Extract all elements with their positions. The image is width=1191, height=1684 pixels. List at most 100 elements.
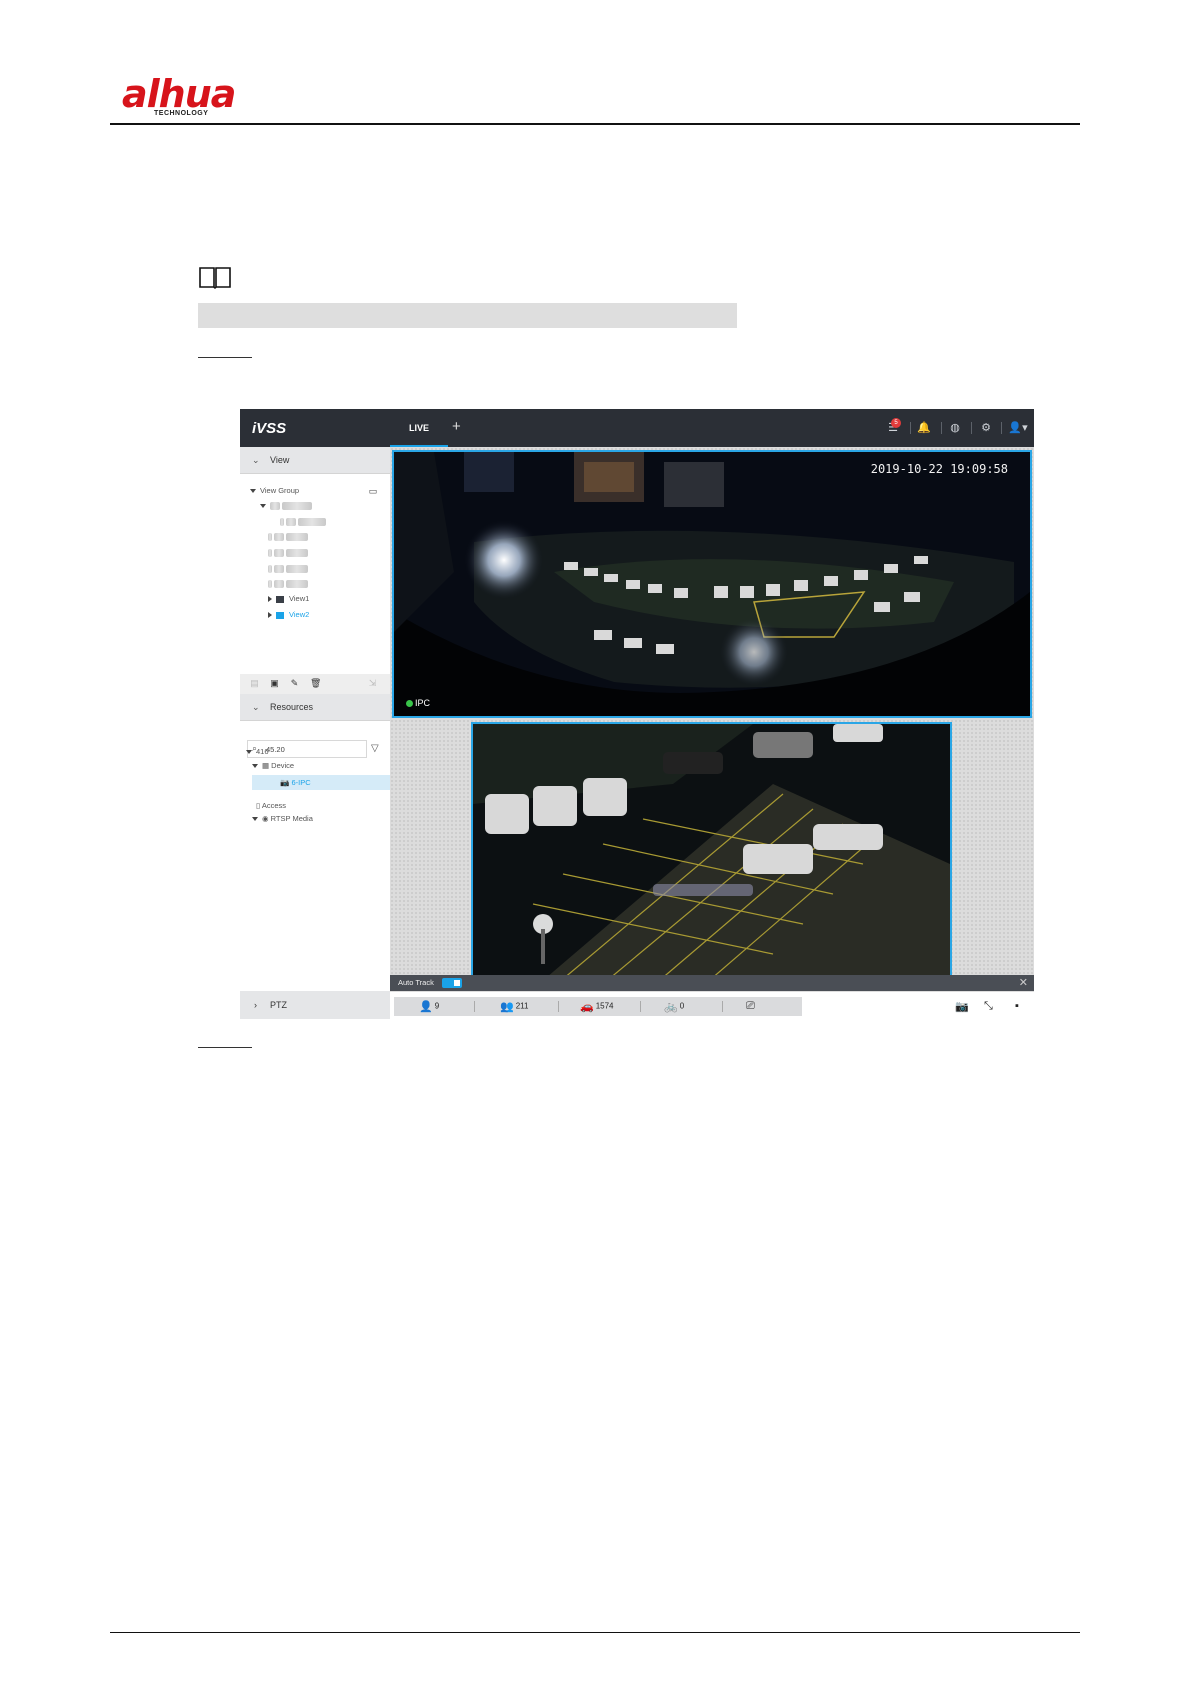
clear-icon: ⎚: [746, 1000, 755, 1012]
step-marker-2: [198, 1047, 252, 1048]
gear-icon[interactable]: ⚙: [979, 421, 993, 435]
delete-icon[interactable]: 🗑: [310, 679, 321, 688]
fisheye-video-window[interactable]: 2019-10-22 19:09:58 IPC: [392, 450, 1032, 718]
people-icon: 👥: [500, 1001, 514, 1013]
ptz-section-header[interactable]: › PTZ: [240, 991, 390, 1019]
toolbar-divider: [971, 422, 972, 434]
bicycle-count: 🚲 0: [664, 1001, 685, 1013]
close-icon[interactable]: ✕: [1019, 976, 1028, 989]
window-settings-icon[interactable]: ▪: [1015, 1000, 1019, 1012]
note-text-redacted: [198, 303, 737, 328]
car-icon: 🚗: [580, 1001, 594, 1013]
crowd-count: 👥 211: [500, 1001, 529, 1013]
expand-arrow-icon: [252, 817, 258, 822]
expand-arrow-icon: [268, 596, 272, 603]
person-icon: 👤: [419, 1001, 433, 1013]
step-marker-1: [198, 357, 252, 358]
recording-status-icon: [406, 700, 413, 708]
top-bar: iVSS LIVE + ☰ 5 🔔 ◍ ⚙ 👤▾: [240, 409, 1034, 447]
camera-icon: 📷: [280, 778, 292, 787]
rtsp-icon: ◉: [262, 814, 271, 823]
tree-view-group[interactable]: View Group: [250, 486, 299, 495]
fullscreen-icon[interactable]: ⤡: [984, 1000, 993, 1013]
access-label: Access: [261, 801, 286, 810]
person-count: 👤 9: [419, 1001, 440, 1013]
view-grid-icon: [276, 611, 284, 619]
snapshot-camera-icon[interactable]: 📷: [955, 1000, 969, 1013]
alarm-count-badge: 5: [891, 418, 901, 428]
camera-label: 6-IPC: [291, 778, 311, 787]
tree-camera[interactable]: 📷 6-IPC: [280, 778, 311, 787]
note-book-icon: [199, 267, 231, 289]
edit-icon[interactable]: ✎: [290, 679, 299, 688]
alarm-bell-icon[interactable]: 🔔: [917, 421, 931, 435]
filter-icon[interactable]: ▽: [371, 743, 379, 754]
dahua-logo: alhua TECHNOLOGY: [122, 72, 262, 120]
tree-rtsp[interactable]: ◉ RTSP Media: [252, 814, 313, 823]
view-group-label: View Group: [260, 486, 300, 495]
chevron-right-icon: ›: [254, 1000, 257, 1010]
tree-item[interactable]: [260, 501, 313, 511]
toolbar-divider: [941, 422, 942, 434]
chevron-down-icon: ⌄: [252, 702, 260, 712]
tree-item[interactable]: [280, 517, 327, 527]
network-globe-icon[interactable]: ◍: [948, 421, 962, 435]
live-video-area: 2019-10-22 19:09:58 IPC: [390, 447, 1034, 991]
sidebar: ⌄ View View Group ▭ View1 View2 ▤ ▣ ✎ 🗑 …: [240, 447, 390, 1019]
device-label: Device: [271, 761, 295, 770]
tab-live[interactable]: LIVE: [390, 409, 448, 447]
view-section-header[interactable]: ⌄ View: [240, 447, 390, 474]
auto-track-bar: Auto Track ✕: [390, 975, 1034, 991]
ptz-label: PTZ: [270, 1000, 287, 1010]
tree-item[interactable]: [268, 564, 309, 574]
tree-access[interactable]: ▯ Access: [256, 801, 286, 810]
toolbar-divider: [910, 422, 911, 434]
view1-label: View1: [289, 594, 310, 603]
root-label: 416: [256, 747, 269, 756]
resources-section-label: Resources: [270, 702, 314, 712]
footer-rule: [110, 1632, 1080, 1633]
tree-view1[interactable]: View1: [268, 594, 309, 603]
rtsp-label: RTSP Media: [270, 814, 313, 823]
tree-device[interactable]: ▦ Device: [252, 761, 294, 770]
tracking-video-window[interactable]: [471, 722, 952, 991]
tree-item[interactable]: [268, 548, 309, 558]
view2-label: View2: [289, 610, 310, 619]
view-grid-icon: [276, 595, 284, 603]
search-input[interactable]: [266, 743, 361, 755]
chevron-down-icon: ⌄: [252, 455, 260, 465]
bottom-status-bar: 👤 9 👥 211 🚗 1574 🚲 0 ⎚ 📷 ⤡ ▪: [390, 991, 1034, 1019]
tree-view2[interactable]: View2: [268, 610, 309, 619]
resources-section-header[interactable]: ⌄ Resources: [240, 694, 390, 721]
tree-item[interactable]: [268, 532, 309, 542]
export-icon[interactable]: ⇲: [368, 679, 377, 688]
add-group-icon[interactable]: ▭: [368, 484, 378, 496]
app-brand: iVSS: [252, 420, 287, 437]
auto-track-label: Auto Track: [398, 978, 434, 987]
clear-statistics-button[interactable]: ⎚: [746, 1000, 757, 1013]
ivss-live-screenshot: iVSS LIVE + ☰ 5 🔔 ◍ ⚙ 👤▾ ⌄ View View Gro…: [240, 409, 1034, 1019]
device-folder-icon: ▦: [262, 761, 272, 770]
copy-icon[interactable]: ▤: [250, 679, 259, 688]
view-toolbar: ▤ ▣ ✎ 🗑 ⇲: [240, 674, 390, 694]
toolbar-divider: [1001, 422, 1002, 434]
expand-arrow-icon: [268, 612, 272, 619]
parking-lot-scene: [473, 724, 950, 989]
tree-item[interactable]: [268, 579, 309, 589]
statistics-strip: 👤 9 👥 211 🚗 1574 🚲 0 ⎚: [394, 997, 802, 1016]
expand-arrow-icon: [246, 750, 252, 755]
user-menu-icon[interactable]: 👤▾: [1007, 421, 1029, 435]
header-rule: [110, 123, 1080, 125]
expand-arrow-icon: [250, 489, 256, 494]
camera-overlay-label: IPC: [406, 698, 430, 708]
expand-arrow-icon: [252, 764, 258, 769]
add-tab-button[interactable]: +: [452, 418, 461, 435]
auto-track-toggle[interactable]: [442, 978, 462, 988]
vehicle-count: 🚗 1574: [580, 1001, 614, 1013]
video-timestamp: 2019-10-22 19:09:58: [870, 462, 1008, 476]
bicycle-icon: 🚲: [664, 1001, 678, 1013]
add-view-icon[interactable]: ▣: [270, 679, 279, 688]
fisheye-scene: [394, 452, 1030, 716]
selected-camera-row[interactable]: [252, 775, 390, 790]
tree-root[interactable]: 416: [246, 747, 269, 756]
